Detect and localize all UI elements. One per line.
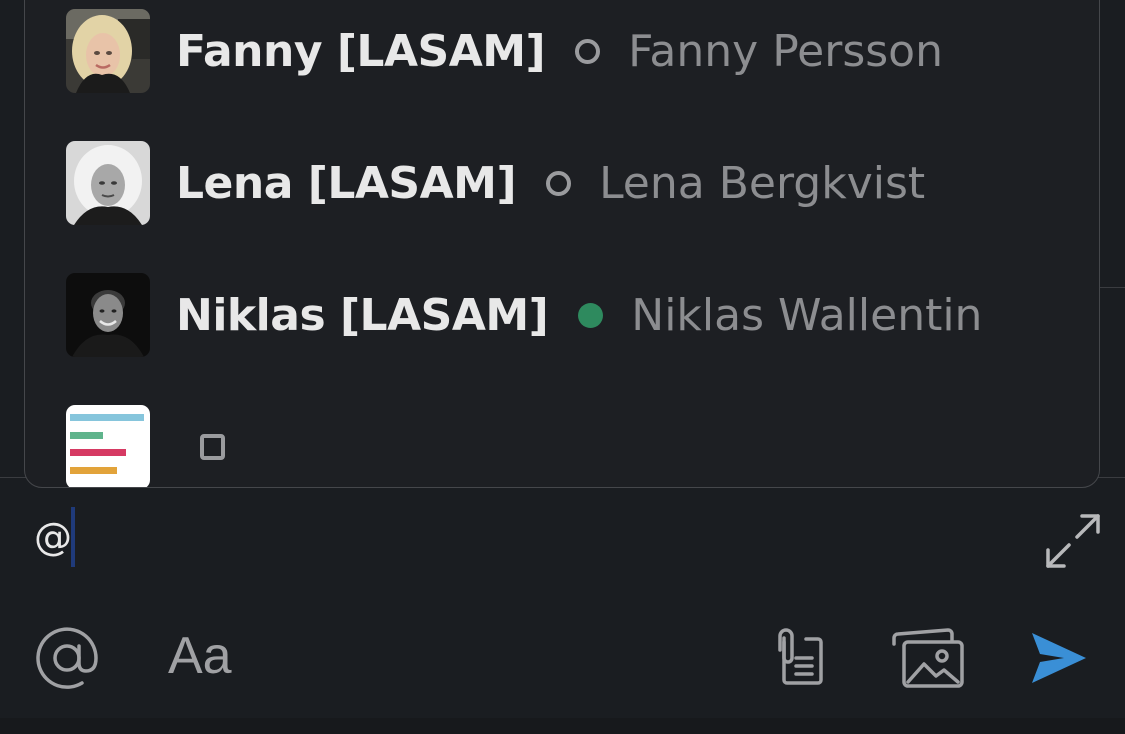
- mention-display-name: Lena [LASAM]: [176, 157, 517, 209]
- presence-active-icon: [578, 302, 604, 328]
- message-input[interactable]: @: [0, 490, 1030, 580]
- mention-real-name: Lena Bergkvist: [599, 157, 926, 209]
- mention-real-name: Niklas Wallentin: [631, 289, 983, 341]
- mention-item-fanny[interactable]: Fanny [LASAM] Fanny Persson: [66, 9, 943, 93]
- at-icon[interactable]: [34, 625, 100, 691]
- photo-gallery-icon[interactable]: [890, 626, 966, 690]
- mention-item-niklas[interactable]: Niklas [LASAM] Niklas Wallentin: [66, 273, 982, 357]
- mention-popup: Fanny [LASAM] Fanny Persson Lena [LASAM]…: [24, 0, 1100, 488]
- mention-item-lena[interactable]: Lena [LASAM] Lena Bergkvist: [66, 141, 925, 225]
- bottom-bar: [0, 718, 1125, 734]
- avatar: [66, 141, 150, 225]
- avatar: [66, 273, 150, 357]
- presence-away-icon: [575, 38, 601, 64]
- mention-item-app[interactable]: [66, 405, 253, 487]
- mention-display-name: Niklas [LASAM]: [176, 289, 549, 341]
- format-text-button[interactable]: Aa: [168, 626, 232, 686]
- app-root: Fanny [LASAM] Fanny Persson Lena [LASAM]…: [0, 0, 1125, 734]
- message-input-text: @: [34, 515, 72, 559]
- expand-icon[interactable]: [1044, 512, 1102, 570]
- presence-away-icon: [546, 170, 572, 196]
- mention-display-name: Fanny [LASAM]: [176, 25, 546, 77]
- attach-file-icon[interactable]: [766, 628, 824, 690]
- divider: [1100, 287, 1125, 288]
- send-icon[interactable]: [1030, 630, 1088, 686]
- avatar: [66, 9, 150, 93]
- app-logo-icon: [66, 405, 150, 487]
- text-caret: [71, 507, 75, 567]
- presence-app-icon: [200, 434, 225, 460]
- mention-real-name: Fanny Persson: [628, 25, 943, 77]
